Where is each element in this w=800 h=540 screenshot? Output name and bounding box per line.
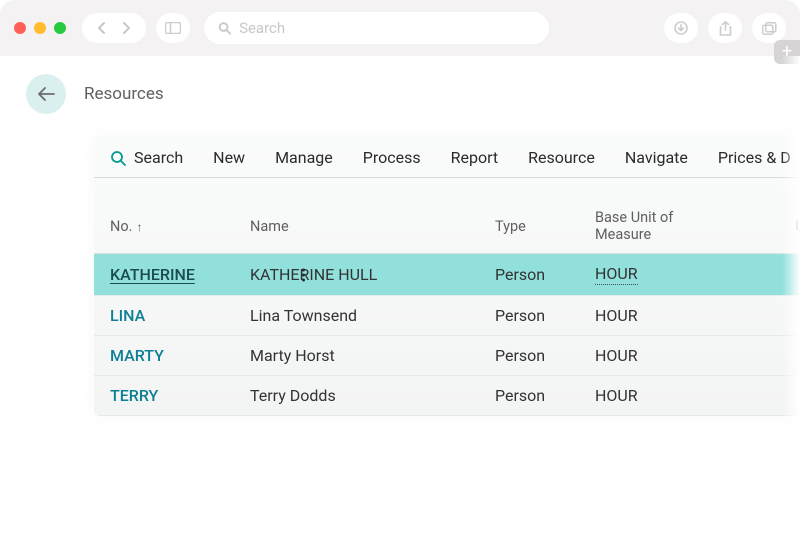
table-row[interactable]: KATHERINEKATHERINE HULLPersonHOUR165 bbox=[94, 254, 800, 296]
share-icon bbox=[719, 21, 732, 36]
window-zoom-dot[interactable] bbox=[54, 22, 66, 34]
sidebar-toggle-button[interactable] bbox=[156, 13, 190, 43]
arrow-left-icon bbox=[37, 87, 55, 101]
menu-search-label: Search bbox=[134, 148, 183, 167]
cell-uom: HOUR bbox=[595, 264, 750, 285]
menu-prices[interactable]: Prices & D bbox=[718, 148, 791, 167]
browser-search-bar[interactable] bbox=[204, 12, 549, 44]
menu-resource[interactable]: Resource bbox=[528, 148, 595, 167]
cell-no[interactable]: TERRY bbox=[110, 386, 250, 405]
col-no-label: No. bbox=[110, 218, 132, 235]
browser-search-input[interactable] bbox=[239, 19, 534, 37]
col-uom-label-1: Base Unit of bbox=[595, 210, 673, 227]
search-icon bbox=[218, 21, 231, 35]
cell-name: Marty Horst bbox=[250, 346, 495, 365]
back-button[interactable] bbox=[26, 74, 66, 114]
resources-table: No. ↑ Name Type Base Unit of Measure Uni… bbox=[94, 178, 800, 416]
browser-chrome bbox=[0, 0, 800, 56]
menu-process[interactable]: Process bbox=[363, 148, 421, 167]
downloads-button[interactable] bbox=[664, 13, 698, 43]
page-title: Resources bbox=[84, 84, 164, 104]
chrome-toolbar-right bbox=[664, 13, 786, 43]
nav-back-forward[interactable] bbox=[82, 13, 146, 43]
col-unit-cost[interactable]: Unit C bbox=[795, 218, 800, 235]
window-traffic-lights bbox=[14, 22, 66, 34]
action-menubar: Search New Manage Process Report Resourc… bbox=[94, 136, 800, 178]
tabs-icon bbox=[762, 22, 777, 35]
cell-type: Person bbox=[495, 346, 595, 365]
table-header: No. ↑ Name Type Base Unit of Measure Uni… bbox=[94, 178, 800, 254]
col-uom[interactable]: Base Unit of Measure bbox=[595, 210, 750, 243]
col-uom-label-2: Measure bbox=[595, 227, 673, 244]
col-type-label: Type bbox=[495, 218, 526, 235]
menu-manage[interactable]: Manage bbox=[275, 148, 333, 167]
sort-asc-icon: ↑ bbox=[136, 220, 142, 234]
search-icon bbox=[110, 150, 126, 166]
col-no[interactable]: No. ↑ bbox=[110, 218, 250, 235]
share-button[interactable] bbox=[708, 13, 742, 43]
cell-type: Person bbox=[495, 306, 595, 325]
menu-search[interactable]: Search bbox=[110, 148, 183, 167]
content-panel: Search New Manage Process Report Resourc… bbox=[94, 136, 800, 416]
chevron-right-icon bbox=[121, 22, 131, 34]
table-row[interactable]: MARTYMarty HorstPersonHOUR143 bbox=[94, 336, 800, 376]
menu-report[interactable]: Report bbox=[451, 148, 499, 167]
sidebar-icon bbox=[165, 22, 181, 34]
cell-uom: HOUR bbox=[595, 346, 750, 365]
cell-name: KATHERINE HULL bbox=[250, 265, 495, 284]
app-page: Resources Search New Manage Process Repo… bbox=[0, 56, 800, 416]
table-row[interactable]: TERRYTerry DoddsPersonHOUR165 bbox=[94, 376, 800, 416]
window-minimize-dot[interactable] bbox=[34, 22, 46, 34]
cell-type: Person bbox=[495, 386, 595, 405]
col-unit-cost-label: Unit C bbox=[795, 218, 800, 235]
cell-no[interactable]: KATHERINE bbox=[110, 265, 250, 284]
cell-no[interactable]: LINA bbox=[110, 306, 250, 325]
cell-name: Terry Dodds bbox=[250, 386, 495, 405]
window-close-dot[interactable] bbox=[14, 22, 26, 34]
page-header: Resources bbox=[26, 74, 800, 114]
cell-name: Lina Townsend bbox=[250, 306, 495, 325]
cell-type: Person bbox=[495, 265, 595, 284]
table-row[interactable]: LINALina TownsendPersonHOUR187 bbox=[94, 296, 800, 336]
cell-no[interactable]: MARTY bbox=[110, 346, 250, 365]
menu-navigate[interactable]: Navigate bbox=[625, 148, 688, 167]
download-icon bbox=[674, 21, 688, 35]
cell-uom: HOUR bbox=[595, 306, 750, 325]
row-actions-button[interactable] bbox=[302, 266, 305, 283]
col-type[interactable]: Type bbox=[495, 218, 595, 235]
chevron-left-icon bbox=[97, 22, 107, 34]
menu-new[interactable]: New bbox=[213, 148, 245, 167]
cell-uom: HOUR bbox=[595, 386, 750, 405]
tabs-button[interactable] bbox=[752, 13, 786, 43]
col-name-label: Name bbox=[250, 218, 289, 235]
col-name[interactable]: Name bbox=[250, 218, 495, 235]
